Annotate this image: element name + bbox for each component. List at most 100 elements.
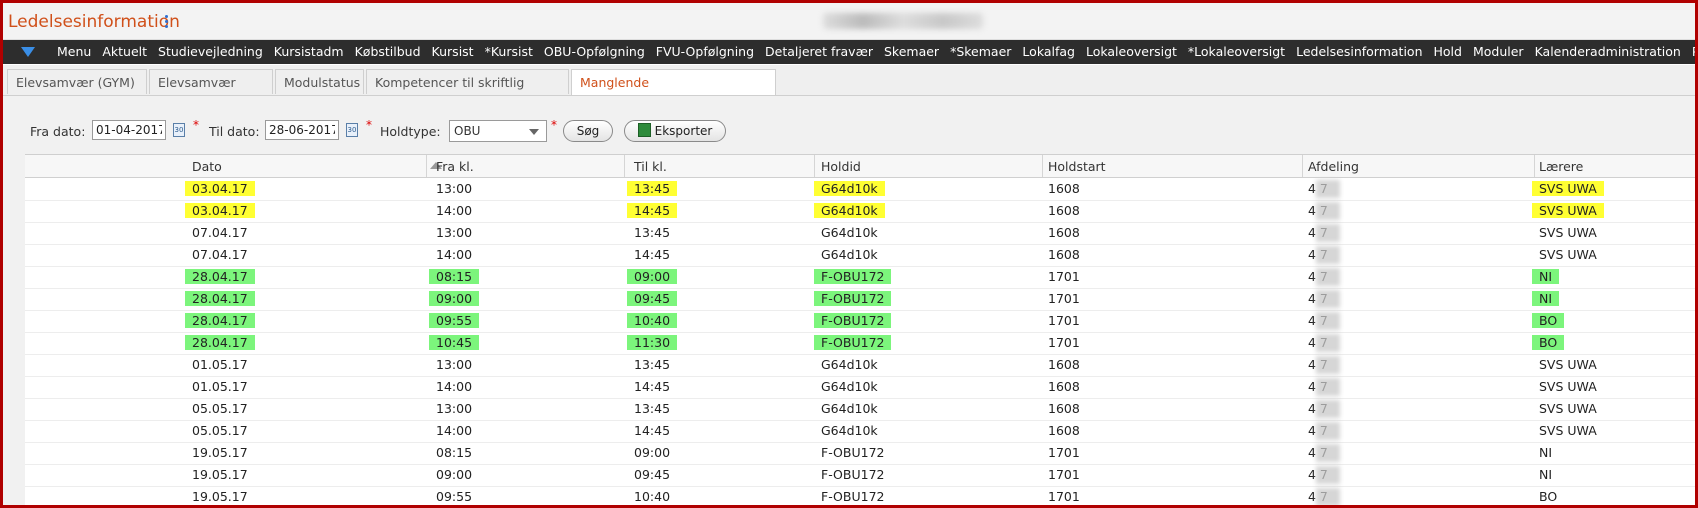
to-calendar-icon[interactable]: 30 xyxy=(346,123,358,137)
menu-item[interactable]: *Skemaer xyxy=(950,44,1011,59)
cell-til: 10:40 xyxy=(627,310,678,332)
cell-holdid: F-OBU172 xyxy=(814,288,892,310)
column-header[interactable]: Lærere xyxy=(1539,159,1583,174)
column-header[interactable]: Fra kl. xyxy=(436,159,474,174)
menu-item[interactable]: Lokaleoversigt xyxy=(1086,44,1177,59)
redacted-blur xyxy=(1316,246,1340,264)
table-row[interactable]: 07.04.1713:0013:45G64d10k16084 7SVS UWA xyxy=(25,222,1695,245)
cell-fra: 13:00 xyxy=(436,398,472,420)
cell-text: 05.05.17 xyxy=(192,401,248,416)
menu-item[interactable]: Pos xyxy=(1692,44,1695,59)
column-header[interactable]: Holdid xyxy=(821,159,861,174)
table-row[interactable]: 05.05.1714:0014:45G64d10k16084 7SVS UWA xyxy=(25,420,1695,443)
cell-holdstart: 1701 xyxy=(1048,486,1080,505)
menu-item[interactable]: *Lokaleoversigt xyxy=(1188,44,1285,59)
cell-text: 14:45 xyxy=(634,423,671,438)
table-header: Dato Fra kl. Til kl. Holdid Holdstart Afdelin… xyxy=(25,155,1695,178)
menu-item[interactable]: Ledelsesinformation xyxy=(1296,44,1422,59)
column-divider[interactable] xyxy=(1042,155,1043,177)
excel-export-icon xyxy=(637,123,651,137)
cell-text: SVS UWA xyxy=(1539,247,1597,262)
menu-dropdown-arrow-icon[interactable] xyxy=(21,47,35,57)
menu-item[interactable]: Skemaer xyxy=(884,44,939,59)
cell-holdstart: 1701 xyxy=(1048,310,1080,332)
cell-dato: 03.04.17 xyxy=(185,178,255,200)
cell-fra: 09:00 xyxy=(429,288,480,310)
menu-item[interactable]: Kursist xyxy=(432,44,474,59)
tab-item[interactable]: Kompetencer til skriftlig termin xyxy=(366,69,569,115)
table-row[interactable]: 05.05.1713:0013:45G64d10k16084 7SVS UWA xyxy=(25,398,1695,421)
cell-text: NI xyxy=(1532,291,1560,306)
cell-dato: 05.05.17 xyxy=(192,420,248,442)
cell-text: 14:00 xyxy=(436,379,473,394)
menu-item[interactable]: Menu xyxy=(57,44,91,59)
export-button[interactable]: Eksporter xyxy=(624,120,726,142)
column-divider[interactable] xyxy=(1302,155,1303,177)
cell-laerere: SVS UWA xyxy=(1532,178,1604,200)
table-row[interactable]: 01.05.1713:0013:45G64d10k16084 7SVS UWA xyxy=(25,354,1695,377)
cell-laerere: SVS UWA xyxy=(1539,398,1597,420)
redacted-blur xyxy=(1316,312,1340,330)
cell-text: SVS UWA xyxy=(1539,401,1597,416)
column-header[interactable]: Afdeling xyxy=(1308,159,1359,174)
cell-fra: 08:15 xyxy=(429,266,480,288)
column-header[interactable]: Holdstart xyxy=(1048,159,1106,174)
cell-holdstart: 1701 xyxy=(1048,266,1080,288)
cell-text: F-OBU172 xyxy=(821,445,885,460)
column-divider[interactable] xyxy=(624,155,625,177)
search-button[interactable]: Søg xyxy=(563,120,613,142)
table-row[interactable]: 28.04.1709:0009:45F-OBU17217014 7NI xyxy=(25,288,1695,311)
menu-item[interactable]: Studievejledning xyxy=(158,44,263,59)
cell-text: 14:00 xyxy=(436,203,473,218)
table-row[interactable]: 01.05.1714:0014:45G64d10k16084 7SVS UWA xyxy=(25,376,1695,399)
menu-item[interactable]: FVU-Opfølgning xyxy=(656,44,754,59)
table-row[interactable]: 28.04.1708:1509:00F-OBU17217014 7NI xyxy=(25,266,1695,289)
table-row[interactable]: 19.05.1709:5510:40F-OBU17217014 7BO xyxy=(25,486,1695,505)
table-row[interactable]: 19.05.1708:1509:00F-OBU17217014 7NI xyxy=(25,442,1695,465)
table-row[interactable]: 03.04.1714:0014:45G64d10k16084 7SVS UWA xyxy=(25,200,1695,223)
cell-holdstart: 1701 xyxy=(1048,464,1080,486)
export-button-label: Eksporter xyxy=(654,124,713,138)
tab-item[interactable]: Elevsamvær (AVU) xyxy=(149,69,273,115)
cell-til: 11:30 xyxy=(627,332,678,354)
menu-item[interactable]: Hold xyxy=(1434,44,1462,59)
table-row[interactable]: 28.04.1710:4511:30F-OBU17217014 7BO xyxy=(25,332,1695,355)
cell-text: F-OBU172 xyxy=(821,467,885,482)
menu-item[interactable]: Aktuelt xyxy=(102,44,147,59)
redacted-blur xyxy=(1316,202,1340,220)
menu-item[interactable]: Kalenderadministration xyxy=(1535,44,1681,59)
menu-item[interactable]: Lokalfag xyxy=(1022,44,1075,59)
column-header[interactable]: Til kl. xyxy=(634,159,667,174)
menu-item[interactable]: Moduler xyxy=(1473,44,1524,59)
from-calendar-icon[interactable]: 30 xyxy=(173,123,185,137)
menu-item[interactable]: *Kursist xyxy=(485,44,533,59)
cell-text: G64d10k xyxy=(821,357,878,372)
table-row[interactable]: 03.04.1713:0013:45G64d10k16084 7SVS UWA xyxy=(25,178,1695,201)
tab-item[interactable]: Elevsamvær (GYM) xyxy=(7,69,147,94)
table-row[interactable]: 19.05.1709:0009:45F-OBU17217014 7NI xyxy=(25,464,1695,487)
from-date-input[interactable] xyxy=(92,120,166,140)
menu-item[interactable]: Detaljeret fravær xyxy=(765,44,873,59)
column-divider[interactable] xyxy=(814,155,815,177)
menu-item[interactable]: Købstilbud xyxy=(355,44,421,59)
redacted-blur xyxy=(1316,334,1340,352)
cell-til: 13:45 xyxy=(627,178,678,200)
column-divider[interactable] xyxy=(1534,155,1535,177)
tab-active[interactable]: Manglende fremmøderegistrering xyxy=(571,69,776,115)
table-row[interactable]: 07.04.1714:0014:45G64d10k16084 7SVS UWA xyxy=(25,244,1695,267)
cell-til: 09:00 xyxy=(627,266,678,288)
holdtype-select[interactable]: OBU xyxy=(449,120,547,142)
cell-holdid: G64d10k xyxy=(821,222,878,244)
cell-dato: 19.05.17 xyxy=(192,442,248,464)
holdtype-selected-value: OBU xyxy=(454,124,481,138)
tab-item[interactable]: Modulstatus xyxy=(275,69,364,94)
column-header[interactable]: Dato xyxy=(192,159,222,174)
table-row[interactable]: 28.04.1709:5510:40F-OBU17217014 7BO xyxy=(25,310,1695,333)
cell-laerere: SVS UWA xyxy=(1539,354,1597,376)
menu-item[interactable]: Kursistadm xyxy=(274,44,344,59)
kebab-menu-icon[interactable] xyxy=(164,15,170,31)
cell-dato: 03.04.17 xyxy=(185,200,255,222)
column-divider[interactable] xyxy=(426,155,427,177)
menu-item[interactable]: OBU-Opfølgning xyxy=(544,44,645,59)
to-date-input[interactable] xyxy=(265,120,339,140)
